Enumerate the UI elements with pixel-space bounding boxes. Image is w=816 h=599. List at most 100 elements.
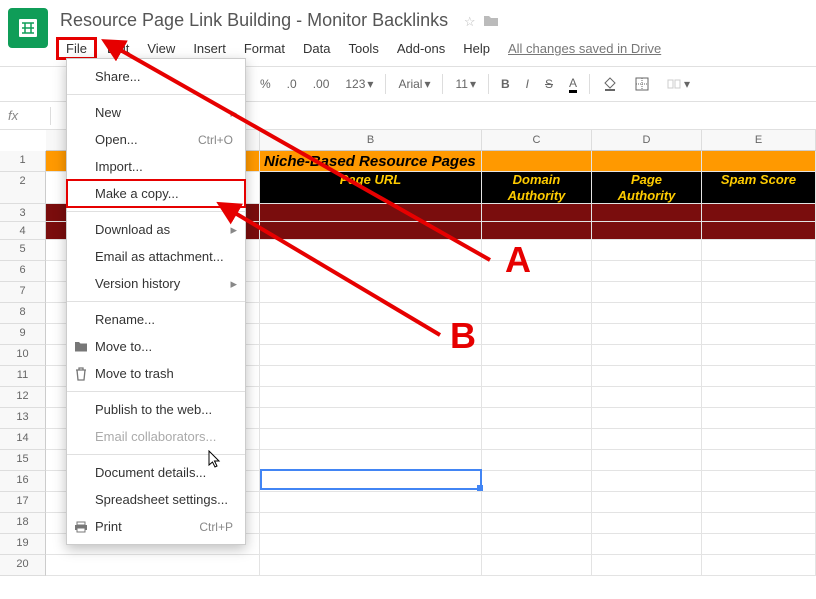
menu-new[interactable]: New▸ (67, 99, 245, 126)
row-header[interactable]: 16 (0, 471, 46, 492)
cell[interactable] (702, 450, 816, 471)
cell[interactable] (592, 555, 702, 576)
menu-tools[interactable]: Tools (340, 37, 386, 60)
row-header[interactable]: 12 (0, 387, 46, 408)
cell[interactable] (482, 345, 592, 366)
menu-spreadsheet-settings[interactable]: Spreadsheet settings... (67, 486, 245, 513)
cell[interactable] (260, 204, 482, 222)
row-header[interactable]: 10 (0, 345, 46, 366)
menu-insert[interactable]: Insert (185, 37, 234, 60)
menu-move-to-trash[interactable]: Move to trash (67, 360, 245, 387)
cell[interactable] (702, 324, 816, 345)
cell[interactable] (482, 429, 592, 450)
col-header-d[interactable]: D (592, 130, 702, 150)
cell[interactable] (702, 204, 816, 222)
cell[interactable] (702, 492, 816, 513)
cell[interactable] (702, 151, 816, 172)
menu-file[interactable]: File (56, 37, 97, 60)
merge-button[interactable]: ▾ (662, 74, 694, 94)
cell[interactable] (260, 450, 482, 471)
cell[interactable] (592, 471, 702, 492)
text-color-button[interactable]: A (565, 74, 581, 95)
cell[interactable] (702, 282, 816, 303)
row-header[interactable]: 1 (0, 151, 46, 172)
menu-help[interactable]: Help (455, 37, 498, 60)
row-header[interactable]: 17 (0, 492, 46, 513)
cell[interactable] (260, 261, 482, 282)
menu-move-to[interactable]: Move to... (67, 333, 245, 360)
row-header[interactable]: 15 (0, 450, 46, 471)
cell[interactable] (46, 555, 260, 576)
menu-format[interactable]: Format (236, 37, 293, 60)
menu-document-details[interactable]: Document details... (67, 459, 245, 486)
cell[interactable]: Spam Score (702, 172, 816, 204)
font-size[interactable]: 11 ▾ (451, 75, 480, 93)
star-icon[interactable]: ☆ (464, 14, 476, 31)
menu-rename[interactable]: Rename... (67, 306, 245, 333)
cell[interactable] (482, 282, 592, 303)
cell[interactable] (592, 204, 702, 222)
cell[interactable] (592, 222, 702, 240)
document-title[interactable]: Resource Page Link Building - Monitor Ba… (56, 8, 452, 33)
cell[interactable] (592, 324, 702, 345)
cell[interactable] (702, 366, 816, 387)
cell[interactable] (260, 240, 482, 261)
cell[interactable] (260, 429, 482, 450)
menu-download[interactable]: Download as▸ (67, 216, 245, 243)
menu-import[interactable]: Import... (67, 153, 245, 180)
cell[interactable] (702, 408, 816, 429)
menu-share[interactable]: Share... (67, 63, 245, 90)
cell[interactable] (260, 366, 482, 387)
row-header[interactable]: 9 (0, 324, 46, 345)
cell[interactable] (592, 240, 702, 261)
col-header-e[interactable]: E (702, 130, 816, 150)
cell[interactable] (702, 555, 816, 576)
row-header[interactable]: 8 (0, 303, 46, 324)
cell[interactable] (482, 555, 592, 576)
bold-button[interactable]: B (497, 75, 514, 93)
row-header[interactable]: 13 (0, 408, 46, 429)
cell[interactable] (260, 534, 482, 555)
row-header[interactable]: 14 (0, 429, 46, 450)
cell[interactable] (702, 303, 816, 324)
cell[interactable] (482, 408, 592, 429)
cell[interactable] (260, 387, 482, 408)
sheets-logo[interactable] (8, 8, 48, 48)
increase-decimal[interactable]: .00 (309, 75, 334, 93)
cell[interactable] (260, 222, 482, 240)
cell[interactable] (482, 204, 592, 222)
menu-make-copy[interactable]: Make a copy... (67, 180, 245, 207)
cell[interactable] (592, 492, 702, 513)
row-header[interactable]: 3 (0, 204, 46, 222)
cell[interactable] (702, 387, 816, 408)
folder-icon[interactable] (483, 14, 499, 31)
row-header[interactable]: 7 (0, 282, 46, 303)
cell[interactable] (592, 282, 702, 303)
cell[interactable] (482, 303, 592, 324)
font-select[interactable]: Arial ▾ (394, 75, 434, 93)
strike-button[interactable]: S (541, 75, 557, 93)
row-header[interactable]: 11 (0, 366, 46, 387)
cell[interactable] (592, 534, 702, 555)
percent-format[interactable]: % (256, 75, 275, 93)
borders-button[interactable] (630, 74, 654, 94)
cell[interactable]: DomainAuthority (482, 172, 592, 204)
cell[interactable] (482, 471, 592, 492)
menu-open[interactable]: Open...Ctrl+O (67, 126, 245, 153)
cell[interactable] (260, 303, 482, 324)
cell[interactable] (260, 345, 482, 366)
cell[interactable] (592, 450, 702, 471)
row-header[interactable]: 6 (0, 261, 46, 282)
cell[interactable] (592, 151, 702, 172)
cell[interactable] (592, 366, 702, 387)
menu-addons[interactable]: Add-ons (389, 37, 453, 60)
cell[interactable] (482, 450, 592, 471)
menu-email-attachment[interactable]: Email as attachment... (67, 243, 245, 270)
cell[interactable]: Niche-Based Resource Pages (260, 151, 482, 172)
cell[interactable] (482, 261, 592, 282)
cell[interactable] (482, 513, 592, 534)
cell[interactable] (592, 303, 702, 324)
cell[interactable] (702, 222, 816, 240)
row-header[interactable]: 18 (0, 513, 46, 534)
cell[interactable] (260, 324, 482, 345)
